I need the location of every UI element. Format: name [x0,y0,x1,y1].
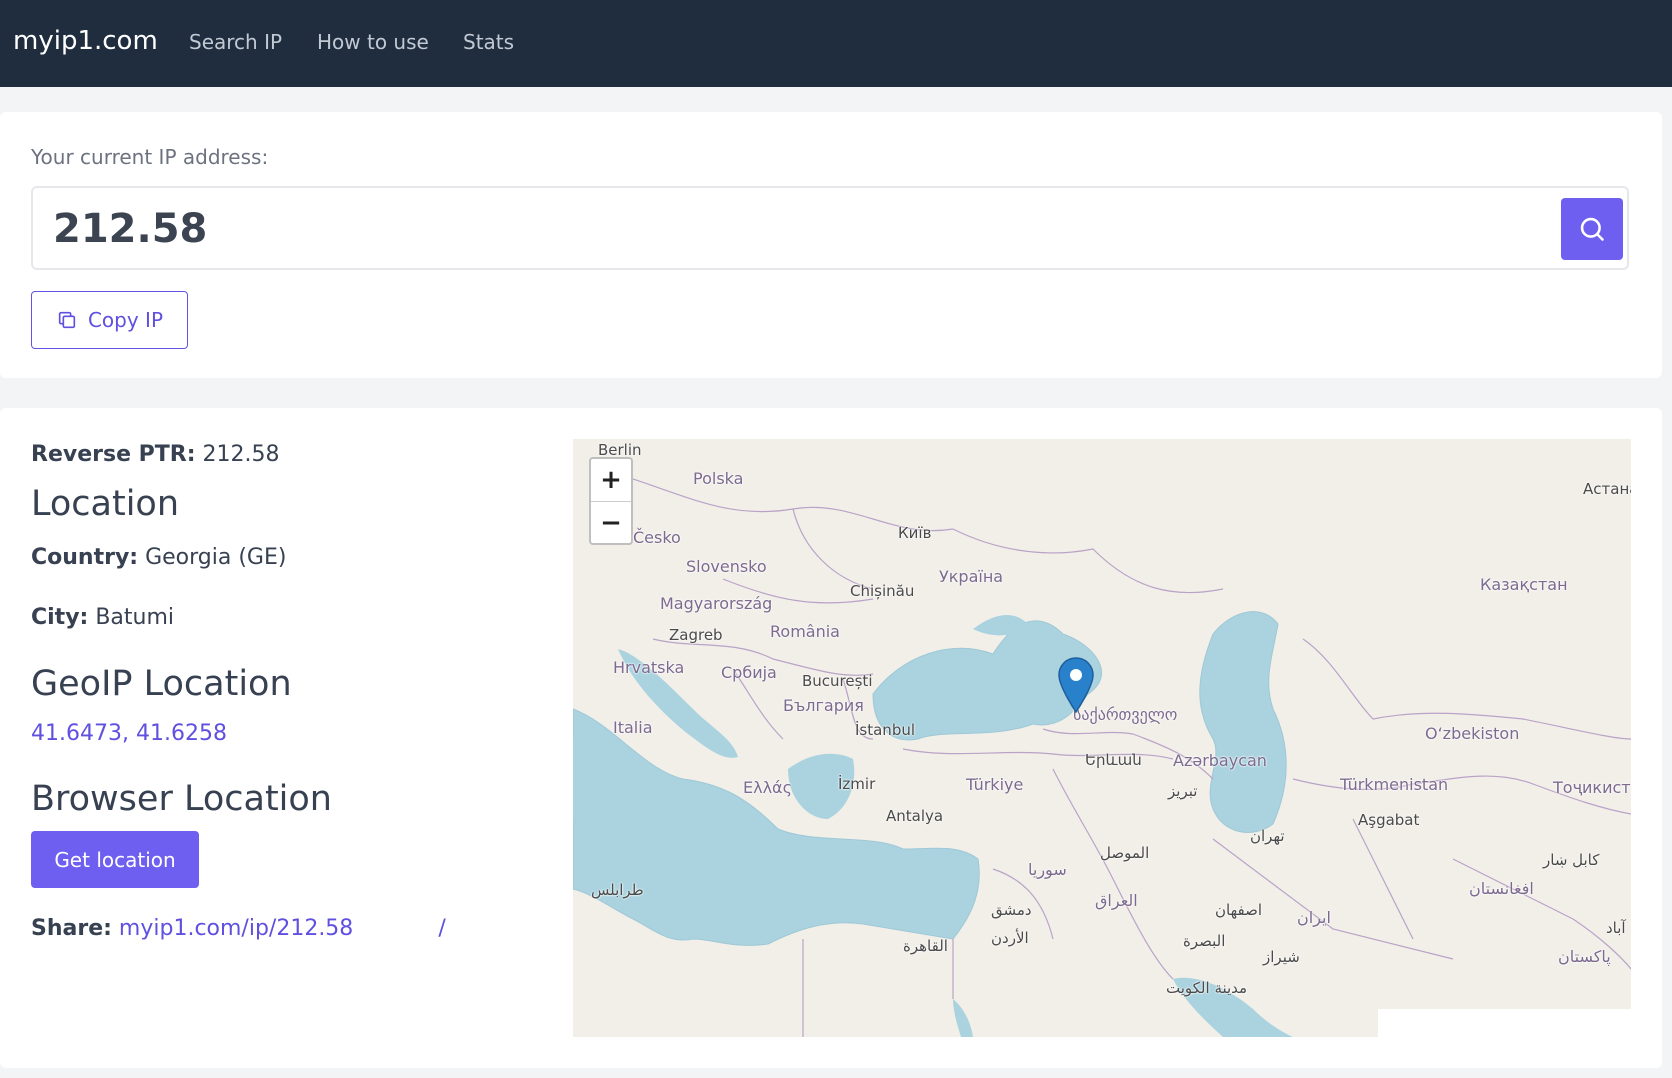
map-label-tabriz: تبریز [1168,782,1198,800]
map-label-qahira: القاهرة [903,937,948,955]
zoom-out-button[interactable]: − [591,502,631,544]
zoom-control: + − [589,457,633,545]
map-label-abad: آباد [1606,919,1626,937]
share-label: Share: [31,916,112,941]
location-card: Reverse PTR: 212.58 Location Country: Ge… [0,408,1662,1068]
map-label-istanbul: İstanbul [855,721,916,739]
search-icon [1580,217,1604,241]
nav-stats[interactable]: Stats [463,30,514,54]
map-label-izmir: İzmir [838,775,876,793]
copy-ip-label: Copy IP [87,308,164,332]
reverse-ptr-value: 212.58 [202,442,280,467]
map[interactable]: + − Berlin Polska Česko Київ Slovensko У… [573,439,1631,1037]
map-label-ukraina: Україна [939,567,1004,586]
map-label-bucuresti: București [802,672,873,690]
reverse-ptr-label: Reverse PTR: [31,442,196,467]
ip-input[interactable]: 212.58 [31,186,1629,270]
map-label-dimashq: دمشق [991,901,1032,919]
map-label-turkiye: Türkiye [966,775,1024,794]
city-label: City: [31,605,89,630]
nav-how-to-use[interactable]: How to use [317,30,429,54]
city-row: City: Batumi [31,605,174,630]
zoom-in-button[interactable]: + [591,459,631,502]
country-value: Georgia (GE) [145,545,287,570]
geoip-heading: GeoIP Location [31,664,292,704]
location-heading: Location [31,484,180,524]
map-label-yerevan: Երևան [1085,751,1142,769]
map-marker-icon[interactable] [1057,656,1095,714]
map-label-berlin: Berlin [598,441,642,459]
map-label-antalya: Antalya [886,807,944,825]
map-label-astana: Астана [1583,480,1631,498]
map-label-turkmenistan: Türkmenistan [1340,775,1449,794]
map-label-hrvatska: Hrvatska [613,658,685,677]
map-label-iraq: العراق [1095,891,1138,910]
map-label-polska: Polska [693,469,744,488]
geoip-coords-link[interactable]: 41.6473, 41.6258 [31,721,227,746]
map-label-kazakhstan: Казақстан [1480,575,1568,594]
share-separator: / [438,916,446,941]
map-label-bulgaria: България [783,696,864,715]
map-label-pakistan: پاکستان [1558,947,1611,966]
map-label-cesko: Česko [633,528,681,547]
map-label-chisinau: Chișinău [850,582,915,600]
map-label-basra: البصرة [1183,932,1226,950]
copy-ip-button[interactable]: Copy IP [31,291,188,349]
reverse-ptr: Reverse PTR: 212.58 [31,442,280,467]
map-label-ellas: Ελλάς [743,778,792,797]
map-label-magyarorszag: Magyarország [660,594,773,613]
map-label-azarbaycan: Azərbaycan [1173,751,1267,770]
country-row: Country: Georgia (GE) [31,545,286,570]
map-label-tehran: تهران [1250,827,1285,845]
map-label-iran: ایران [1297,908,1331,927]
share-link[interactable]: myip1.com/ip/212.58 [119,916,353,941]
share-row: Share: myip1.com/ip/212.58 / [31,916,446,941]
get-location-button[interactable]: Get location [31,831,199,888]
copy-icon [58,311,76,329]
map-label-zagreb: Zagreb [669,626,723,644]
map-label-romania: România [770,622,840,641]
map-label-syria: سوريا [1028,860,1067,879]
browser-location-heading: Browser Location [31,779,332,819]
map-label-kuwait: مدينة الكويت [1166,979,1248,997]
map-label-uzbekiston: O‘zbekiston [1425,724,1520,743]
map-label-shiraz: شیراز [1263,948,1300,966]
map-label-kyiv: Київ [898,524,932,542]
map-label-urdun: الأردن [991,929,1029,947]
search-button[interactable] [1561,198,1623,260]
country-label: Country: [31,545,139,570]
navbar: myip1.com Search IP How to use Stats [0,0,1672,87]
map-label-afghanistan: افغانستان [1469,879,1534,898]
map-label-tarabulus: طرابلس [591,881,644,899]
nav-search-ip[interactable]: Search IP [189,30,282,54]
map-label-italia: Italia [613,718,653,737]
ip-value: 212.58 [53,206,208,252]
ip-label: Your current IP address: [31,145,269,169]
city-value: Batumi [95,605,175,630]
map-label-isfahan: اصفهان [1215,901,1262,919]
map-label-ashgabat: Aşgabat [1358,811,1420,829]
map-label-kabul: کابل ښار [1543,851,1600,869]
brand-logo[interactable]: myip1.com [13,26,158,56]
map-label-tojikiston: Тоҷикистон [1553,778,1631,797]
map-label-srbija: Србија [721,663,777,682]
map-label-mosul: الموصل [1100,844,1150,862]
ip-card: Your current IP address: 212.58 Copy IP [0,112,1662,378]
map-label-slovensko: Slovensko [686,557,767,576]
